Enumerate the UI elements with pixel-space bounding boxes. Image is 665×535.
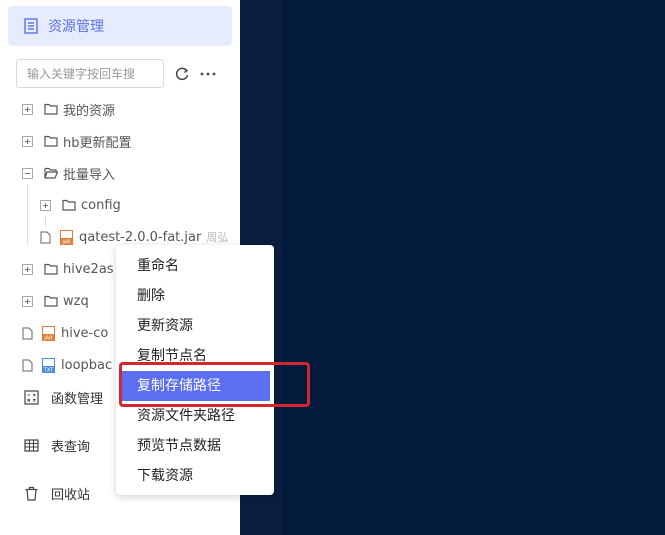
expand-icon[interactable]	[40, 199, 51, 211]
folder-open-icon	[44, 167, 58, 179]
tree-item-hive-co[interactable]: JAR hive-co	[22, 322, 108, 344]
tree-item-loopbac[interactable]: TXT loopbac	[22, 354, 112, 376]
menu-item-rename[interactable]: 重命名	[116, 251, 274, 281]
tree-item-my-resources[interactable]: 我的资源	[22, 98, 115, 120]
folder-icon	[44, 103, 58, 115]
menu-item-delete[interactable]: 删除	[116, 281, 274, 311]
jar-icon: JAR	[42, 325, 55, 341]
folder-icon	[44, 135, 58, 147]
tree-item-label: loopbac	[61, 357, 113, 373]
trash-icon	[25, 486, 38, 501]
more-icon[interactable]	[199, 66, 217, 82]
menu-item-download-resource[interactable]: 下载资源	[116, 461, 274, 491]
folder-icon	[44, 263, 58, 275]
txt-icon: TXT	[42, 357, 55, 373]
folder-icon	[62, 199, 76, 211]
resource-management-label: 资源管理	[48, 19, 104, 35]
tree-item-label: hive-co	[61, 325, 109, 341]
table-icon	[24, 438, 39, 452]
tree-item-label: wzq	[63, 293, 89, 309]
expand-icon[interactable]	[22, 135, 33, 147]
expand-icon[interactable]	[22, 263, 33, 275]
function-management-label: 函数管理	[51, 391, 104, 407]
tree-item-batch-import[interactable]: 批量导入	[22, 162, 115, 184]
file-icon	[40, 231, 51, 243]
tree-item-wzq[interactable]: wzq	[22, 290, 89, 312]
table-query-label: 表查询	[51, 439, 91, 455]
expand-icon[interactable]	[22, 295, 33, 307]
menu-item-preview-node-data[interactable]: 预览节点数据	[116, 431, 274, 461]
search-input[interactable]: 输入关键字按回车搜	[16, 59, 164, 88]
recycle-bin-label: 回收站	[51, 487, 91, 503]
svg-text:TXT: TXT	[43, 367, 54, 373]
recycle-bin-item[interactable]: 回收站	[24, 482, 90, 504]
resource-icon	[24, 18, 38, 34]
tree-item-label: 我的资源	[63, 103, 116, 119]
resource-management-header[interactable]: 资源管理	[8, 6, 232, 46]
tree-connector	[27, 184, 28, 244]
svg-text:JAR: JAR	[61, 239, 71, 245]
main-panel-right	[282, 0, 665, 535]
function-icon	[24, 389, 39, 405]
tree-item-label: qatest-2.0.0-fat.jar	[79, 229, 202, 245]
tree-item-config[interactable]: config	[40, 194, 121, 216]
expand-icon[interactable]	[22, 103, 33, 115]
menu-item-update-resource[interactable]: 更新资源	[116, 311, 274, 341]
tree-item-hive2as[interactable]: hive2as	[22, 258, 114, 280]
function-management-item[interactable]: 函数管理	[24, 386, 103, 408]
folder-icon	[44, 295, 58, 307]
jar-icon: JAR	[60, 229, 73, 245]
tree-connector	[45, 216, 46, 226]
file-icon	[22, 359, 33, 371]
tree-item-label: hive2as	[63, 261, 114, 277]
tree-item-label: 批量导入	[63, 167, 116, 183]
tree-item-label: hb更新配置	[63, 135, 132, 151]
svg-text:JAR: JAR	[43, 335, 53, 341]
refresh-icon[interactable]	[174, 66, 190, 82]
table-query-item[interactable]: 表查询	[24, 434, 90, 456]
collapse-icon[interactable]	[22, 167, 33, 179]
file-icon	[22, 327, 33, 339]
tree-item-owner: 周弘	[206, 231, 229, 244]
tree-item-label: config	[81, 197, 121, 213]
annotation-highlight-box	[119, 362, 310, 407]
tree-item-hb-config[interactable]: hb更新配置	[22, 130, 132, 152]
